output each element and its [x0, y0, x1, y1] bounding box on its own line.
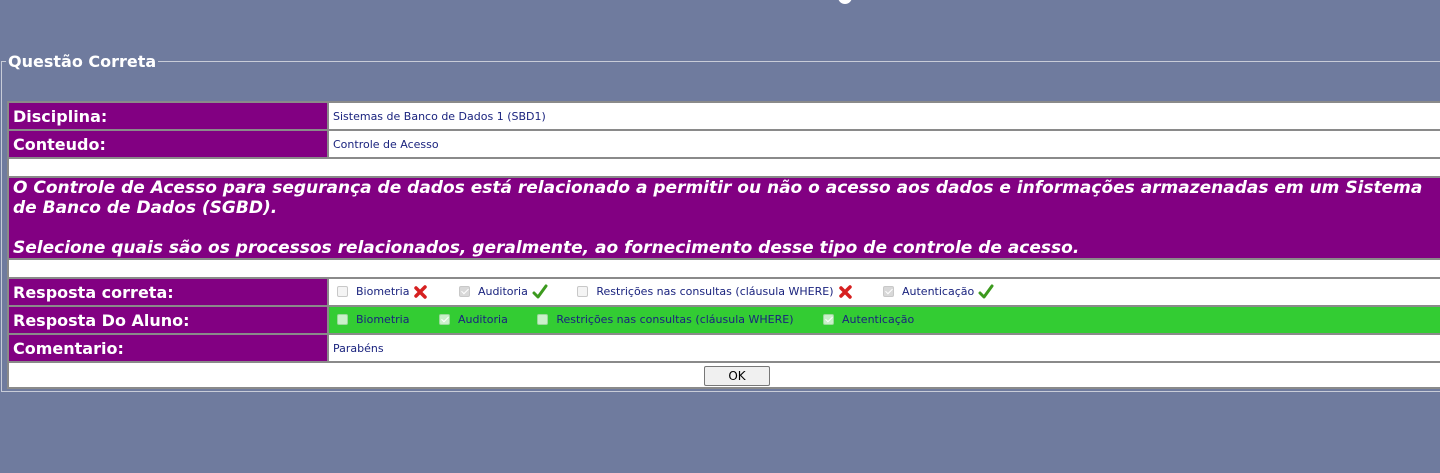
option-label: Autenticação: [902, 285, 975, 299]
correct-option-auditoria: Auditoria: [455, 284, 548, 300]
spacer-row: [8, 158, 1440, 177]
checkbox: [458, 286, 470, 298]
question-line-1: O Controle de Acesso para segurança de d…: [13, 178, 1423, 198]
conteudo-value: Controle de Acesso: [328, 130, 1440, 158]
option-label: Auditoria: [457, 312, 508, 326]
ok-button[interactable]: OK: [704, 365, 770, 386]
question-line-3: Selecione quais são os processos relacio…: [13, 238, 1080, 258]
correct-answer-label: Resposta correta:: [8, 278, 328, 306]
panel-legend: Questão Correta: [8, 52, 157, 71]
question-line-2: de Banco de Dados (SGBD).: [13, 198, 278, 218]
option-label: Biometria: [356, 285, 410, 299]
checkbox: [337, 313, 348, 325]
student-option-autenticacao: Autenticação: [819, 313, 914, 326]
disciplina-label: Disciplina:: [8, 102, 328, 130]
checkbox: [438, 313, 450, 325]
student-option-biometria: Biometria: [333, 313, 409, 326]
checkbox: [537, 313, 549, 325]
option-label: Restrições nas consultas (cláusula WHERE…: [596, 285, 834, 299]
student-option-restricoes: Restrições nas consultas (cláusula WHERE…: [533, 312, 794, 326]
question-panel: Questão Correta Disciplina: Sistemas de …: [1, 52, 1440, 392]
question-table: Disciplina: Sistemas de Banco de Dados 1…: [7, 101, 1440, 389]
check-icon: [532, 284, 548, 299]
cross-icon: [414, 285, 428, 299]
student-option-auditoria: Auditoria: [435, 313, 508, 326]
student-answer-options: Biometria Auditoria Restrições nas consu…: [328, 306, 1440, 334]
option-label: Restrições nas consultas (cláusula WHERE…: [556, 312, 794, 326]
spacer-row: [8, 259, 1440, 278]
checkbox: [823, 313, 834, 325]
question-text: O Controle de Acesso para segurança de d…: [8, 177, 1440, 259]
check-icon: [978, 284, 994, 299]
comment-value: Parabéns: [328, 334, 1440, 362]
option-label: Autenticação: [842, 312, 915, 326]
checkbox: [883, 286, 894, 298]
checkbox: [337, 286, 348, 298]
option-label: Auditoria: [477, 285, 528, 299]
option-label: Biometria: [356, 312, 410, 326]
correct-option-restricoes: Restrições nas consultas (cláusula WHERE…: [573, 284, 853, 300]
comment-label: Comentario:: [8, 334, 328, 362]
correct-option-autenticacao: Autenticação: [879, 284, 994, 300]
conteudo-label: Conteudo:: [8, 130, 328, 158]
title-fragment: [838, 0, 852, 4]
button-row: OK: [8, 362, 1440, 388]
cross-icon: [838, 285, 852, 299]
correct-answer-options: Biometria Auditoria Restrições nas consu…: [328, 278, 1440, 306]
correct-option-biometria: Biometria: [333, 284, 429, 300]
checkbox: [577, 286, 589, 298]
student-answer-label: Resposta Do Aluno:: [8, 306, 328, 334]
disciplina-value: Sistemas de Banco de Dados 1 (SBD1): [328, 102, 1440, 130]
